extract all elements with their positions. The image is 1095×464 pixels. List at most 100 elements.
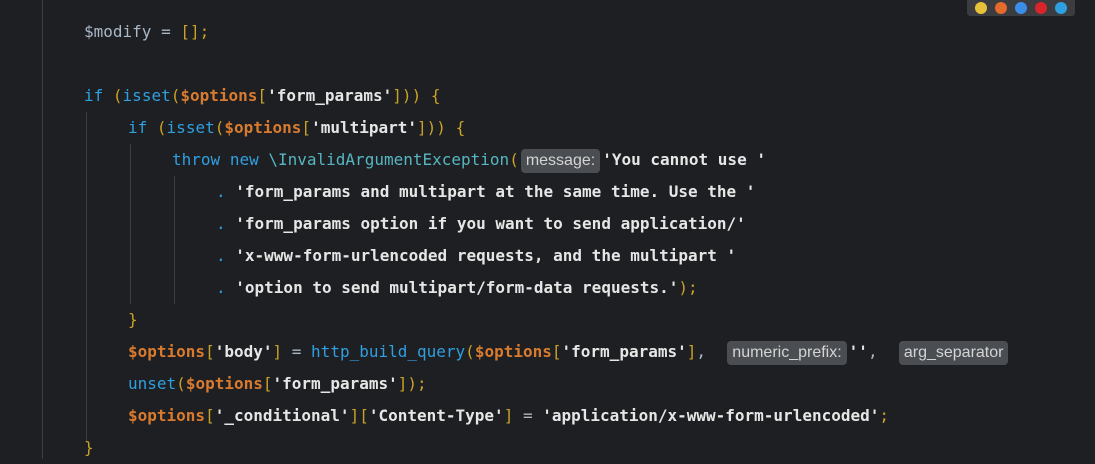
code-token: }: [84, 438, 94, 457]
code-line[interactable]: if (isset($options['multipart'])) {: [128, 112, 465, 144]
parameter-hint: arg_separator: [898, 340, 1009, 365]
code-line[interactable]: . 'form_params and multipart at the same…: [216, 176, 755, 208]
code-token: ]: [686, 342, 697, 361]
code-token: if: [84, 86, 104, 105]
code-token: [: [205, 406, 215, 425]
code-token: }: [128, 310, 138, 329]
code-token: $options: [224, 118, 302, 137]
code-line[interactable]: . 'option to send multipart/form-data re…: [216, 272, 698, 304]
code-token: ): [436, 118, 446, 137]
code-token: ,: [867, 342, 897, 361]
code-line[interactable]: $options['_conditional']['Content-Type']…: [128, 400, 889, 432]
code-token: 'You cannot use ': [602, 150, 766, 169]
code-token: 'application/x-www-form-urlencoded': [542, 406, 880, 425]
chrome-icon[interactable]: [975, 2, 987, 14]
code-token: new: [229, 150, 259, 169]
code-token: [: [551, 342, 562, 361]
code-token: (: [176, 374, 186, 393]
code-line[interactable]: }: [84, 432, 94, 464]
indent-guide: [42, 0, 43, 459]
code-line[interactable]: . 'form_params option if you want to sen…: [216, 208, 746, 240]
code-line[interactable]: throw new \InvalidArgumentException(mess…: [172, 144, 766, 176]
parameter-hint: message:: [520, 148, 601, 173]
code-token: isset: [166, 118, 215, 137]
code-token: =: [513, 406, 543, 425]
code-token: ]): [392, 86, 412, 105]
code-editor[interactable]: $modify = []; if (isset($options['form_pa…: [0, 0, 1095, 459]
code-token: throw: [172, 150, 221, 169]
code-token: ;: [199, 22, 210, 41]
browser-preview-bar: [967, 0, 1075, 16]
code-token: (: [170, 86, 181, 105]
code-token: $modify: [84, 22, 152, 41]
code-token: ;: [879, 406, 890, 425]
code-token: [: [262, 374, 273, 393]
code-token: (: [156, 118, 167, 137]
code-token: '': [848, 342, 868, 361]
code-token: [: [301, 118, 312, 137]
code-token: =: [151, 22, 181, 41]
code-token: ,: [696, 342, 726, 361]
code-token: isset: [122, 86, 171, 105]
code-token: 'form_params': [561, 342, 687, 361]
code-token: ][: [349, 406, 369, 425]
edge-icon[interactable]: [1055, 2, 1067, 14]
code-token: 'Content-Type': [368, 406, 504, 425]
code-token: if: [128, 118, 148, 137]
parameter-hint: numeric_prefix:: [727, 340, 847, 365]
firefox-icon[interactable]: [995, 2, 1007, 14]
code-token: $options: [180, 86, 258, 105]
code-token: ]: [272, 342, 283, 361]
code-token: [: [257, 86, 268, 105]
code-token: );: [678, 278, 698, 297]
code-token: 'body': [214, 342, 273, 361]
code-token: '_conditional': [214, 406, 350, 425]
code-line[interactable]: $options['body'] = http_build_query($opt…: [128, 336, 1010, 368]
code-token: $options: [128, 406, 206, 425]
code-token: 'option to send multipart/form-data requ…: [235, 278, 679, 297]
code-token: ]): [417, 118, 437, 137]
code-token: .: [216, 214, 236, 233]
code-token: []: [180, 22, 200, 41]
code-token: .: [216, 182, 236, 201]
code-line[interactable]: }: [128, 304, 138, 336]
code-token: {: [455, 118, 466, 137]
code-token: 'form_params option if you want to send …: [235, 214, 746, 233]
indent-guide: [86, 112, 87, 442]
code-token: (: [214, 118, 225, 137]
code-token: 'x-www-form-urlencoded requests, and the…: [235, 246, 737, 265]
code-token: 'form_params': [267, 86, 393, 105]
code-token: ]: [503, 406, 514, 425]
code-token: (: [465, 342, 475, 361]
code-line[interactable]: unset($options['form_params']);: [128, 368, 427, 400]
opera-icon[interactable]: [1035, 2, 1047, 14]
code-token: unset: [128, 374, 177, 393]
code-token: ;: [417, 374, 427, 393]
indent-guide: [174, 176, 175, 304]
code-token: 'multipart': [311, 118, 418, 137]
code-token: 'form_params': [272, 374, 398, 393]
safari-icon[interactable]: [1015, 2, 1027, 14]
code-token: http_build_query: [311, 342, 466, 361]
code-token: $options: [128, 342, 206, 361]
code-token: [: [205, 342, 215, 361]
code-token: (: [112, 86, 123, 105]
code-token: $options: [474, 342, 552, 361]
code-line[interactable]: $modify = [];: [84, 16, 209, 48]
code-token: .: [216, 278, 236, 297]
code-token: .: [216, 246, 236, 265]
code-token: ]): [397, 374, 418, 393]
code-line[interactable]: . 'x-www-form-urlencoded requests, and t…: [216, 240, 736, 272]
code-token: \InvalidArgumentException: [268, 150, 510, 169]
code-line[interactable]: if (isset($options['form_params'])) {: [84, 80, 440, 112]
code-token: =: [282, 342, 312, 361]
indent-guide: [130, 144, 131, 304]
code-token: {: [430, 86, 441, 105]
code-token: ): [411, 86, 422, 105]
